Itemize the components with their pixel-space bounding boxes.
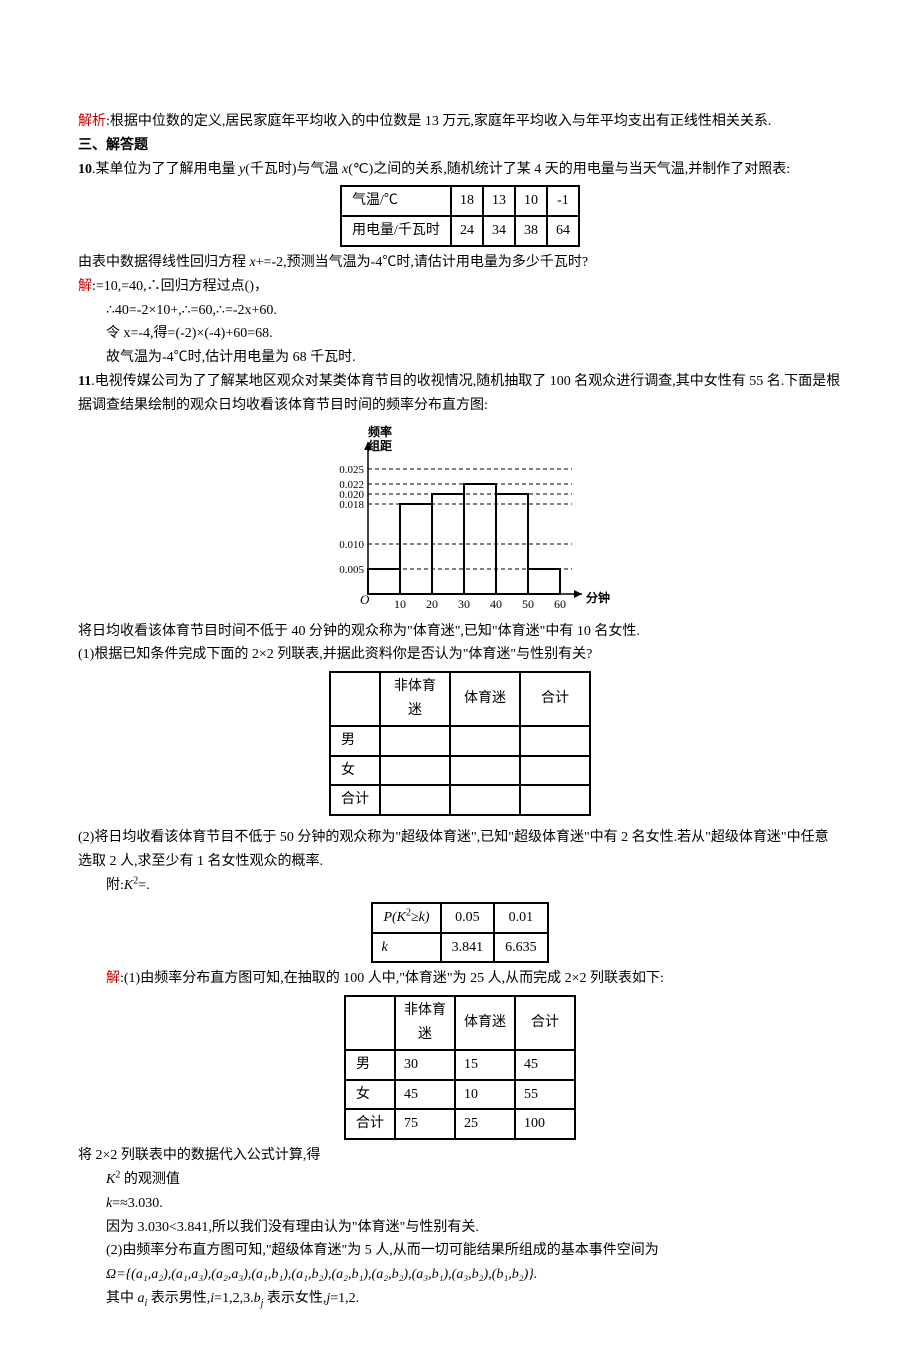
q10-data-table: 气温/℃ 18 13 10 -1 用电量/千瓦时 24 34 38 64 [340,185,580,247]
q11-answer-line6: (2)由频率分布直方图可知,"超级体育迷"为 5 人,从而一切可能结果所组成的基… [78,1239,842,1263]
q10-answer-line2: ∴40=-2×10+,∴=60,∴=-2x+60. [78,299,842,323]
q11-stem1: 11.电视传媒公司为了了解某地区观众对某类体育节目的收视情况,随机抽取了 100… [78,370,842,418]
contingency-table-filled: 非体育迷 体育迷 合计 男 30 15 45 女 45 10 55 合计 75 … [344,995,576,1140]
svg-text:10: 10 [394,597,406,611]
svg-text:分钟: 分钟 [586,590,610,605]
svg-text:50: 50 [522,597,534,611]
q11-stem2: 将日均收看该体育节目时间不低于 40 分钟的观众称为"体育迷",已知"体育迷"中… [78,620,842,644]
q11-answer-line7: Ω={(a₁,a₂),(a₁,a₃),(a₂,a₃),(a₁,b₁),(a₁,b… [78,1263,842,1287]
svg-text:0.010: 0.010 [339,539,364,551]
q10-stem: 10.某单位为了了解用电量 y(千瓦时)与气温 x(℃)之间的关系,随机统计了某… [78,158,842,182]
q11-answer-line1: 解:(1)由频率分布直方图可知,在抽取的 100 人中,"体育迷"为 25 人,… [78,967,842,991]
svg-text:0.025: 0.025 [339,464,364,476]
svg-text:20: 20 [426,597,438,611]
label-answer: 解 [78,279,92,294]
q11-append: 附:K2=. [78,874,842,898]
label-analysis: 解析 [78,114,106,129]
svg-text:0.005: 0.005 [339,564,364,576]
q11-answer-line4: k=≈3.030. [78,1192,842,1216]
section-3-title: 三、解答题 [78,134,842,158]
q10-answer-line1: 解:=10,=40,∴回归方程过点()， [78,275,842,299]
svg-text:30: 30 [458,597,470,611]
q10-answer-line4: 故气温为-4℃时,估计用电量为 68 千瓦时. [78,346,842,370]
q11-part2: (2)将日均收看该体育节目不低于 50 分钟的观众称为"超级体育迷",已知"超级… [78,826,842,874]
pvalue-table: P(K2≥k) 0.05 0.01 k 3.841 6.635 [371,902,548,964]
prev-analysis: 解析:根据中位数的定义,居民家庭年平均收入的中位数是 13 万元,家庭年平均收入… [78,110,842,134]
svg-text:60: 60 [554,597,566,611]
q11-answer-line8: 其中 ai 表示男性,i=1,2,3.bj 表示女性,j=1,2. [78,1287,842,1311]
q10-stem-tail: 由表中数据得线性回归方程 x+=-2,预测当气温为-4℃时,请估计用电量为多少千… [78,251,842,275]
q11-part1: (1)根据已知条件完成下面的 2×2 列联表,并据此资料你是否认为"体育迷"与性… [78,643,842,667]
svg-text:频率: 频率 [368,424,392,439]
contingency-table-empty: 非体育迷 体育迷 合计 男 女 合计 [329,671,591,816]
q10-answer-line3: 令 x=-4,得=(-2)×(-4)+60=68. [78,322,842,346]
svg-text:40: 40 [490,597,502,611]
svg-text:O: O [360,592,370,607]
label-answer: 解 [106,971,120,986]
histogram-figure: 频率 组距 分钟 0.0050.0100.0180.0200.0220.025 … [310,424,610,614]
q11-answer-line5: 因为 3.030<3.841,所以我们没有理由认为"体育迷"与性别有关. [78,1216,842,1240]
svg-text:组距: 组距 [368,438,392,453]
svg-text:0.022: 0.022 [339,479,364,491]
q11-answer-line2: 将 2×2 列联表中的数据代入公式计算,得 [78,1144,842,1168]
q11-answer-line3: K2 的观测值 [78,1168,842,1192]
